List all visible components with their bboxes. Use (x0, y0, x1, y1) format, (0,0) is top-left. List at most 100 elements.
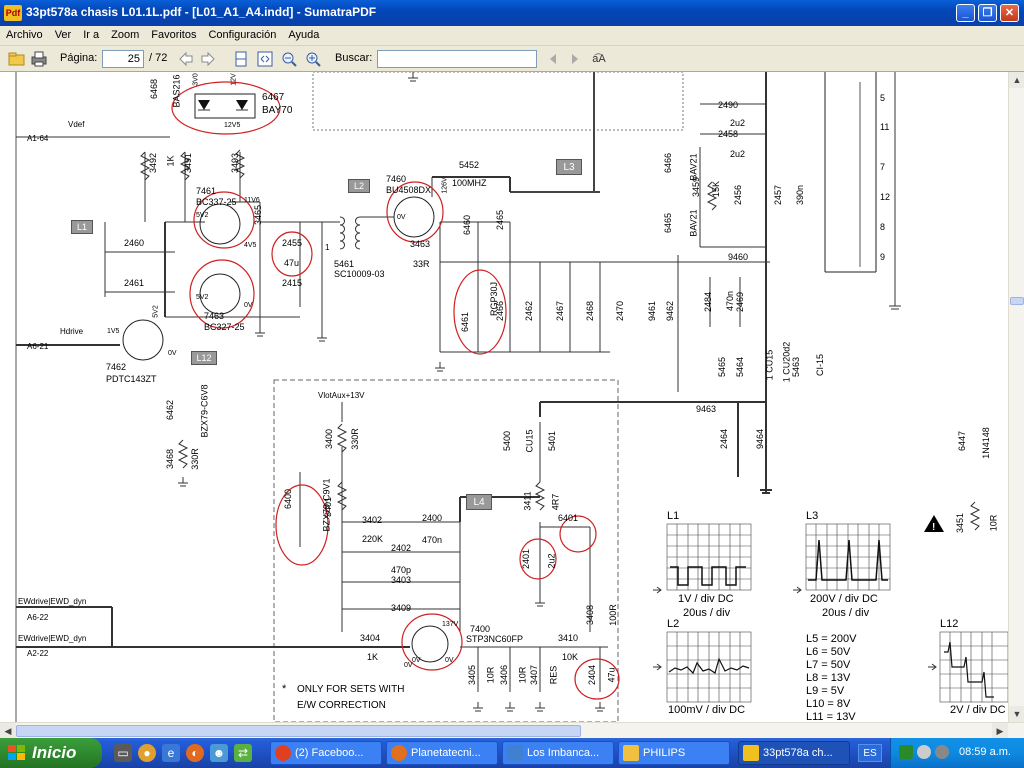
print-icon[interactable] (30, 50, 48, 68)
document-view[interactable]: ! Vdef A1-64 Hdrive A6-21 EWdrive|EWD_dy… (0, 72, 1008, 722)
scope-l1-sub: 20us / div (683, 607, 731, 619)
scroll-up-icon[interactable]: ▲ (1009, 72, 1024, 88)
menu-ir-a[interactable]: Ir a (77, 26, 105, 46)
title-bar[interactable]: Pdf 33pt578a chasis L01.1L.pdf - [L01_A1… (0, 0, 1024, 26)
start-button[interactable]: Inicio (0, 738, 102, 768)
comp-cu20d2: 1 CU20d2 (781, 341, 792, 383)
comp-6467: 6467 (262, 92, 285, 103)
volt-0v-f: 0V (445, 657, 454, 664)
comp-3401: 3401 (323, 496, 334, 518)
volt-12v: 12V (230, 73, 238, 86)
fit-page-icon[interactable] (232, 50, 250, 68)
voltage-row: L5 = 200V (806, 633, 857, 645)
open-folder-icon[interactable] (8, 50, 26, 68)
scope-l1-caption: 1V / div DC (678, 593, 734, 605)
zoom-out-icon[interactable] (280, 50, 298, 68)
messenger-icon[interactable]: ☻ (210, 744, 228, 762)
node-1: 1 (325, 243, 330, 252)
chrome-icon[interactable]: ● (138, 744, 156, 762)
comp-9463: 9463 (696, 404, 717, 414)
comp-1k-b: 1K (367, 652, 379, 662)
system-tray: 08:59 a.m. (890, 738, 1024, 768)
horizontal-scroll-thumb[interactable] (16, 725, 581, 737)
comp-3463: 3463 (410, 239, 431, 249)
comp-3400: 3400 (324, 428, 335, 450)
voltage-row: L10 = 8V (806, 698, 851, 710)
volt-11v6: 11V6 (244, 197, 260, 204)
scope-l12-caption: 2V / div DC (950, 704, 1006, 716)
match-case-icon[interactable]: a͡A (590, 50, 608, 68)
fit-width-icon[interactable] (256, 50, 274, 68)
volume-tray-icon[interactable] (935, 745, 949, 759)
comp-5400: 5400 (502, 430, 513, 452)
voltage-row: L6 = 50V (806, 646, 851, 658)
comp-bav21-b: BAV21 (688, 209, 699, 237)
previous-page-icon[interactable] (177, 50, 195, 68)
app-task-icon (507, 745, 523, 761)
clock[interactable]: 08:59 a.m. (959, 746, 1011, 758)
comp-2465-tr: 3465 (253, 204, 264, 226)
show-desktop-icon[interactable]: ▭ (114, 744, 132, 762)
sumatra-task-icon (743, 745, 759, 761)
search-input[interactable] (377, 50, 537, 68)
firefox-icon[interactable]: ◐ (186, 744, 204, 762)
comp-4r7: 4R7 (550, 493, 561, 511)
vertical-scroll-thumb[interactable] (1010, 297, 1024, 305)
comp-47u-b: 47u (606, 667, 617, 683)
task-los-imbancables[interactable]: Los Imbanca... (502, 741, 614, 765)
comp-2468: 2468 (585, 300, 596, 322)
horizontal-scrollbar[interactable]: ◀ ▶ (0, 722, 1024, 739)
comp-100r: 100R (607, 604, 618, 626)
comp-6466: 6466 (663, 152, 674, 174)
menu-archivo[interactable]: Archivo (0, 26, 49, 46)
internet-explorer-icon[interactable]: e (162, 744, 180, 762)
scroll-down-icon[interactable]: ▼ (1009, 706, 1024, 722)
volt-12v5: 12V5 (224, 122, 241, 129)
find-previous-icon[interactable] (544, 50, 562, 68)
comp-2464: 2464 (719, 428, 730, 450)
comp-2401: 2401 (521, 548, 532, 570)
volt-0v-c: 0V (397, 214, 406, 221)
task-facebook[interactable]: (2) Faceboo... (270, 741, 382, 765)
comp-2465: 2465 (495, 209, 506, 231)
menu-configuracion[interactable]: Configuración (202, 26, 282, 46)
comp-6461: 6461 (460, 311, 471, 333)
minimize-button[interactable]: _ (956, 4, 975, 22)
connector-pin: 11 (880, 122, 890, 132)
comp-stp3nc60fp: STP3NC60FP (466, 634, 524, 644)
comp-2462: 2462 (524, 300, 535, 322)
taskbar: Inicio ▭ ● e ◐ ☻ ⇄ (2) Faceboo... Planet… (0, 738, 1024, 768)
sumatra-app-icon[interactable]: Pdf (4, 5, 22, 21)
network-tray-icon[interactable] (899, 745, 913, 759)
comp-33r: 33R (413, 259, 430, 269)
menu-ver[interactable]: Ver (49, 26, 78, 46)
task-sumatrapdf[interactable]: 33pt578a ch... (738, 741, 850, 765)
close-button[interactable]: ✕ (1000, 4, 1019, 22)
comp-2400: 2400 (422, 513, 443, 523)
comp-2467: 2467 (555, 300, 566, 322)
page-label: Página: (60, 52, 98, 64)
scroll-right-icon[interactable]: ▶ (992, 723, 1008, 739)
comp-3407: 3407 (529, 664, 540, 686)
task-planetatecnica[interactable]: Planetatecni... (386, 741, 498, 765)
scroll-left-icon[interactable]: ◀ (0, 723, 16, 739)
menu-ayuda[interactable]: Ayuda (282, 26, 325, 46)
maximize-button[interactable]: ❐ (978, 4, 997, 22)
language-indicator[interactable]: ES (858, 744, 882, 762)
menu-favoritos[interactable]: Favoritos (145, 26, 202, 46)
vertical-scrollbar[interactable]: ▲ ▼ (1008, 72, 1024, 722)
find-next-icon[interactable] (566, 50, 584, 68)
comp-7463: 7463 (204, 311, 225, 321)
comp-10r-b: 10R (517, 666, 528, 684)
volt-3v0: 3V0 (192, 73, 200, 86)
comp-bu4508: BU4508DX (386, 185, 432, 195)
network-icon[interactable]: ⇄ (234, 744, 252, 762)
menu-zoom[interactable]: Zoom (105, 26, 145, 46)
start-label: Inicio (32, 743, 77, 762)
task-label: Los Imbanca... (527, 747, 600, 759)
next-page-icon[interactable] (199, 50, 217, 68)
task-philips[interactable]: PHILIPS (618, 741, 730, 765)
zoom-in-icon[interactable] (304, 50, 322, 68)
page-number-input[interactable]: 25 (102, 50, 144, 68)
antivirus-tray-icon[interactable] (917, 745, 931, 759)
